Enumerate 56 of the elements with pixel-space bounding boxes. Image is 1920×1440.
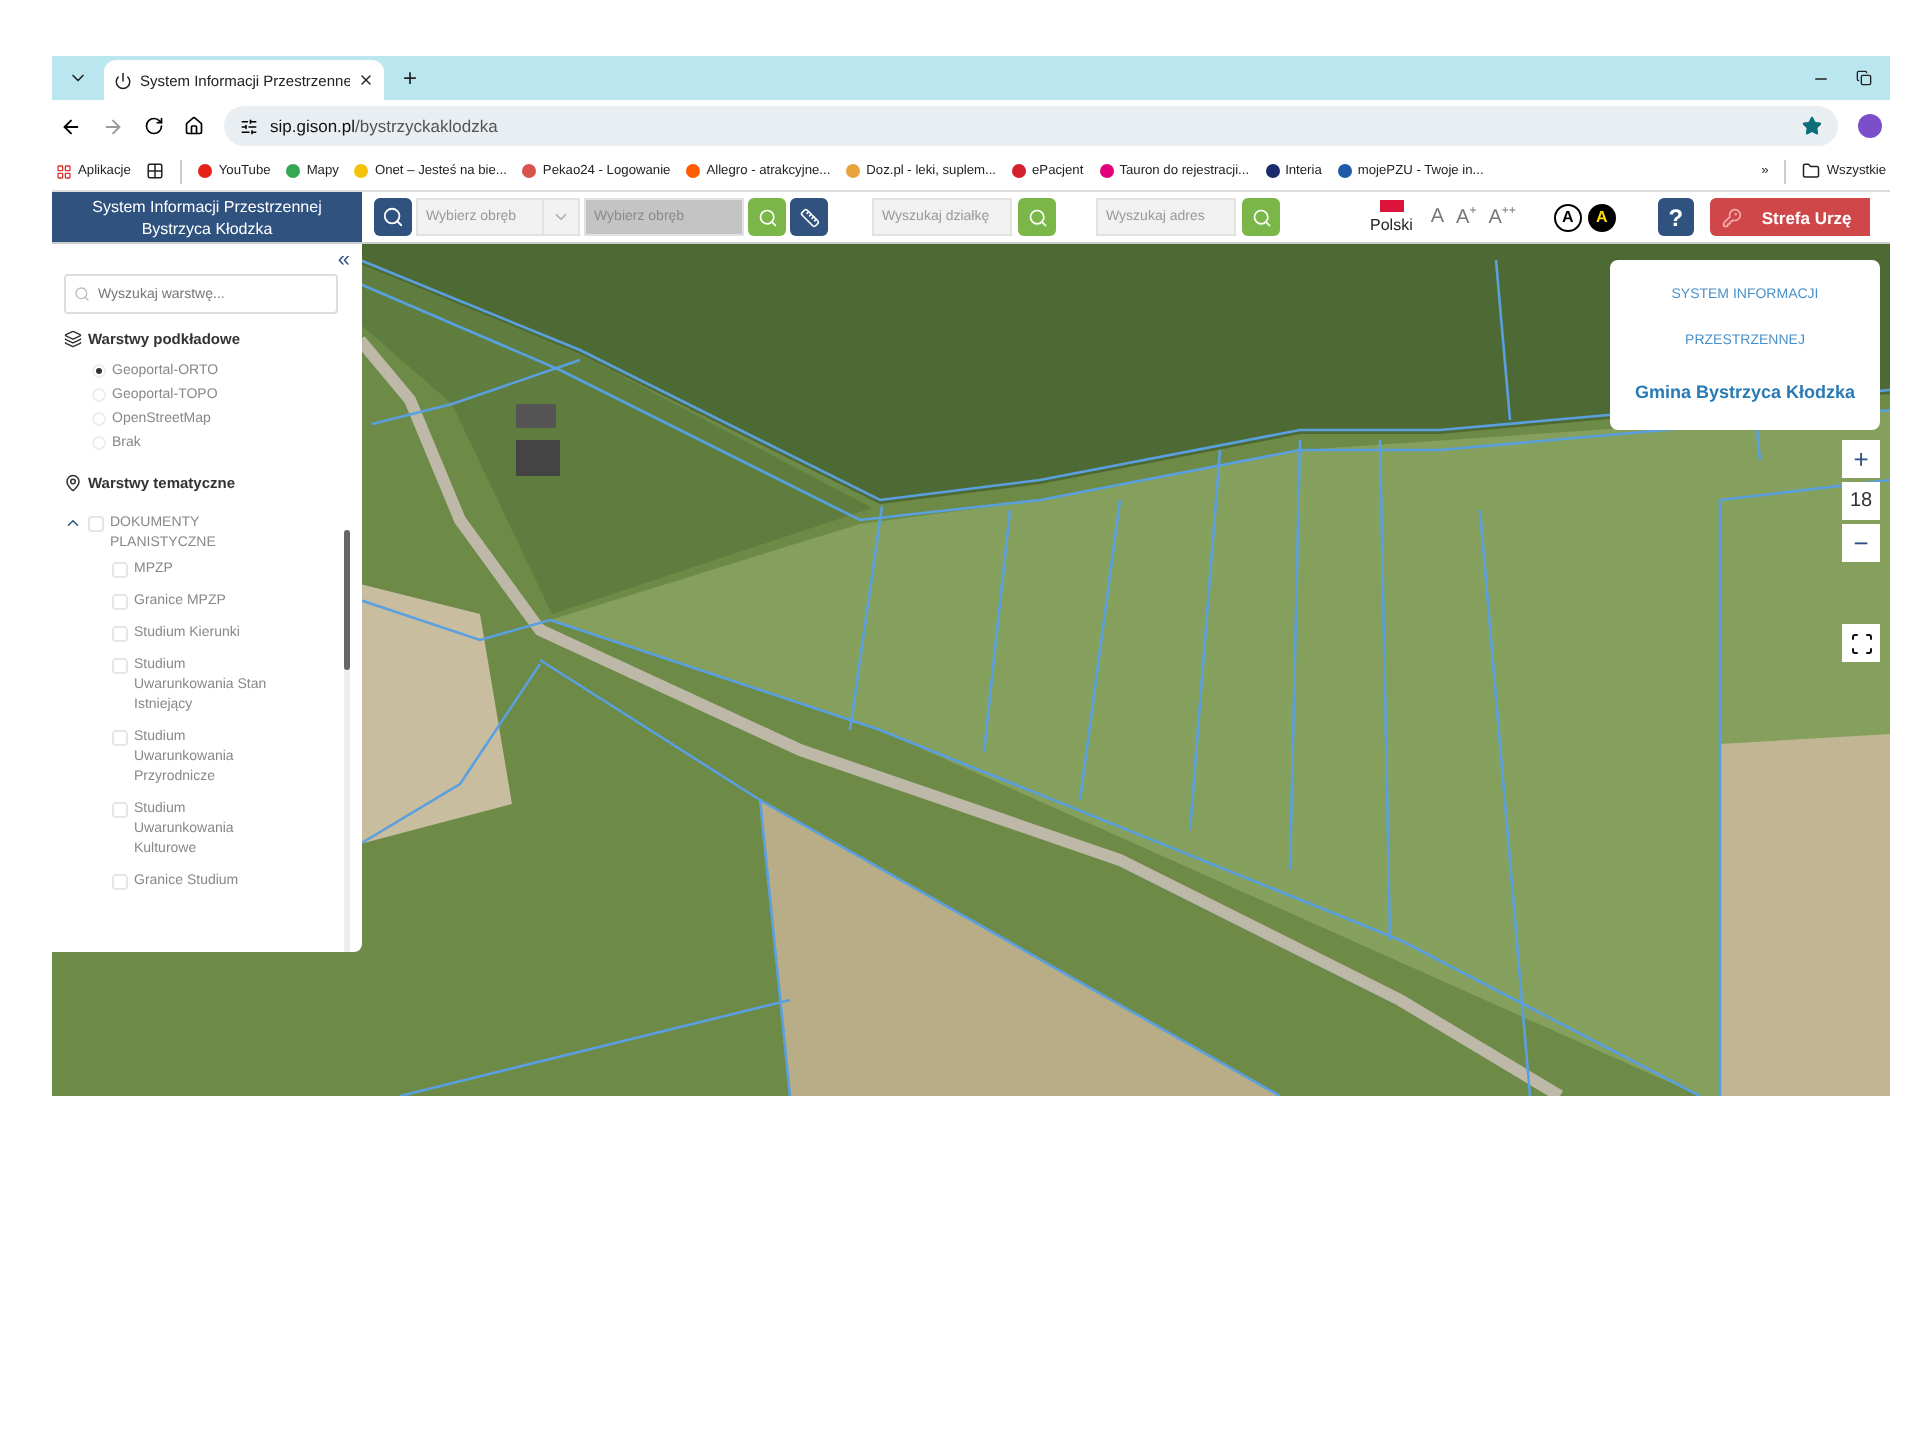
layer-checkbox[interactable]: [112, 874, 128, 890]
fullscreen-icon: [1849, 631, 1873, 655]
search-button[interactable]: [1018, 198, 1056, 236]
layer-checkbox[interactable]: [88, 516, 104, 532]
fullscreen-button[interactable]: [1842, 624, 1880, 662]
back-icon[interactable]: [60, 115, 82, 137]
apps-grid-icon: [56, 163, 72, 179]
font-size-button[interactable]: A$^{++}$: [1482, 205, 1522, 229]
profile-avatar[interactable]: [1858, 114, 1882, 138]
key-icon: [1721, 207, 1742, 227]
bookmark-star-icon[interactable]: [1802, 116, 1822, 136]
forward-icon[interactable]: [102, 115, 124, 137]
font-size-button[interactable]: A: [1424, 206, 1451, 228]
chevron-down-icon: [552, 208, 570, 226]
search-icon: [1251, 207, 1271, 227]
font-size-button[interactable]: A$^{+}$: [1450, 205, 1483, 229]
zoom-level: 18: [1842, 482, 1880, 520]
layer-checkbox[interactable]: [112, 802, 128, 818]
new-tab-button[interactable]: +: [392, 58, 428, 98]
expand-toggle[interactable]: [64, 514, 82, 532]
ruler-icon: [799, 207, 819, 227]
contrast-button[interactable]: A: [1587, 203, 1616, 231]
layer-checkbox[interactable]: [112, 594, 128, 610]
search-icon: [757, 207, 777, 227]
search-icon: [74, 286, 90, 302]
zoom-out-button[interactable]: −: [1842, 524, 1880, 562]
reload-icon[interactable]: [144, 116, 164, 136]
site-settings-icon: [240, 117, 258, 135]
power-icon: [114, 71, 132, 89]
restore-icon: [1856, 70, 1872, 86]
measure-button[interactable]: [790, 198, 828, 236]
folder-icon: [1802, 162, 1821, 180]
login-zone-button[interactable]: Strefa Urzę: [1709, 198, 1870, 236]
language-button[interactable]: Polski: [1370, 200, 1413, 234]
search-button[interactable]: [1242, 198, 1280, 236]
grid-icon[interactable]: [146, 162, 165, 180]
layer-checkbox[interactable]: [112, 658, 128, 674]
municipality-name: Gmina Bystrzyca Kłodzka: [1634, 381, 1856, 402]
collapse-button[interactable]: «: [337, 250, 350, 270]
pin-icon: [64, 474, 82, 492]
layer-checkbox[interactable]: [112, 562, 128, 578]
app-title: System Informacji Przestrzennej Bystrzyca Kłodzka: [52, 192, 362, 242]
close-icon[interactable]: [358, 72, 374, 88]
map-search-button[interactable]: [374, 198, 412, 236]
layers-icon: [64, 330, 82, 348]
flag-icon: [1379, 200, 1404, 212]
url-text: sip.gison.pl/bystrzyckaklodzka: [270, 116, 498, 136]
zoom-in-button[interactable]: +: [1842, 440, 1880, 478]
help-button[interactable]: ?: [1657, 198, 1694, 236]
layer-checkbox[interactable]: [112, 730, 128, 746]
search-icon: [382, 206, 404, 228]
layer-checkbox[interactable]: [112, 626, 128, 642]
home-icon[interactable]: [184, 116, 204, 136]
search-icon: [1027, 207, 1047, 227]
address-bar[interactable]: sip.gison.pl/bystrzyckaklodzka: [224, 106, 1838, 146]
contrast-button[interactable]: A: [1553, 203, 1582, 231]
